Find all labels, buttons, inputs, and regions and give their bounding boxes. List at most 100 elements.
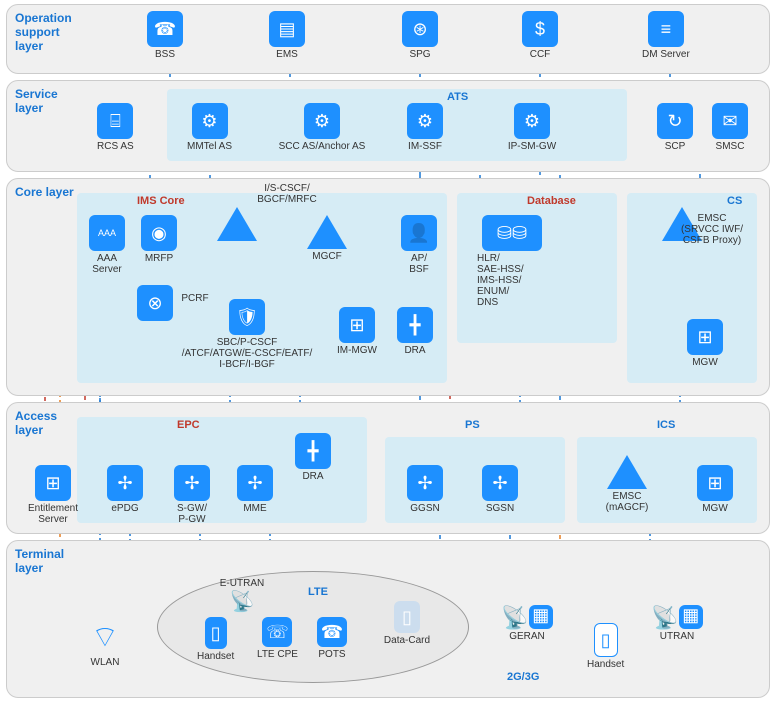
core-layer: Core layer IMS Core Database CS AAAAAA S… xyxy=(6,178,770,396)
media-icon: ◉ xyxy=(141,215,177,251)
node-smsc: ✉SMSC xyxy=(712,103,748,152)
node-rcsas: ⌸RCS AS xyxy=(97,103,134,152)
access-layer: Access layer EPC PS ICS ╋DRA ⊞Entitlemen… xyxy=(6,402,770,534)
arrows-icon: ✢ xyxy=(407,465,443,501)
antenna-icon: 📡 xyxy=(501,605,528,630)
phone-icon: ▯ xyxy=(205,617,227,649)
gear-icon: ⚙ xyxy=(192,103,228,139)
g23-title: 2G/3G xyxy=(507,671,539,683)
layer-title-core: Core layer xyxy=(15,185,85,199)
node-datacard: ▯Data-Card xyxy=(377,601,437,646)
node-ltecpe: ☏LTE CPE xyxy=(257,617,298,660)
phone-cycle-icon: ↻ xyxy=(657,103,693,139)
node-cscf: I/S-CSCF/ BGCF/MRFC xyxy=(197,207,277,265)
triangle-icon xyxy=(607,455,647,489)
node-hlr: ⛁⛁HLR/ SAE-HSS/ IMS-HSS/ ENUM/ DNS xyxy=(477,215,547,308)
node-epdg: ✢ePDG xyxy=(107,465,143,514)
lte-title: LTE xyxy=(308,586,328,598)
node-sgsn: ✢SGSN xyxy=(482,465,518,514)
layer-title-acc: Access layer xyxy=(15,409,85,437)
node-apbsf: 👤AP/ BSF xyxy=(399,215,439,275)
triangle-icon xyxy=(217,207,257,241)
node-sgw: ✢S-GW/ P-GW xyxy=(167,465,217,525)
node-mgw1: ⊞MGW xyxy=(687,319,723,368)
coin-icon: $ xyxy=(522,11,558,47)
node-eutran: E-UTRAN 📡 xyxy=(207,577,277,614)
database-icon: ⛁⛁ xyxy=(482,215,542,251)
gear-icon: ⚙ xyxy=(407,103,443,139)
network-icon: ⊛ xyxy=(402,11,438,47)
layer-title-term: Terminal layer xyxy=(15,547,85,575)
node-mgcf: MGCF xyxy=(307,215,347,262)
node-ccf: $CCF xyxy=(522,11,558,60)
gear-icon: ⚙ xyxy=(514,103,550,139)
arrows-icon: ✢ xyxy=(482,465,518,501)
node-sbc: 🛡SBC/P-CSCF /ATCF/ATGW/E-CSCF/EATF/ I-BC… xyxy=(167,299,327,370)
node-wlan: ⌔WLAN xyxy=(87,619,123,668)
node-sccas: ⚙SCC AS/Anchor AS xyxy=(267,103,377,152)
phone-icon: ▯ xyxy=(594,623,618,657)
shield-icon: 🛡 xyxy=(229,299,265,335)
ps-title: PS xyxy=(465,419,480,431)
rack-icon: ≡ xyxy=(648,11,684,47)
servers-icon: ▤ xyxy=(269,11,305,47)
node-emsc: EMSC (SRVCC IWF/ CSFB Proxy) xyxy=(632,207,732,276)
node-aaa: AAAAAA Server xyxy=(85,215,129,275)
antenna-icon: 📡 xyxy=(651,605,678,630)
node-mme: ✢MME xyxy=(237,465,273,514)
node-ems: ▤EMS xyxy=(269,11,305,60)
cpe-icon: ☏ xyxy=(262,617,292,647)
ics-title: ICS xyxy=(657,419,675,431)
wifi-icon: ⌔ xyxy=(87,619,123,655)
switch-icon: ⊞ xyxy=(697,465,733,501)
node-imssf: ⚙IM-SSF xyxy=(407,103,443,152)
switch-icon: ⊞ xyxy=(35,465,71,501)
node-ggsn: ✢GGSN xyxy=(407,465,443,514)
node-dra1: ╋DRA xyxy=(397,307,433,356)
layer-title-op: Operation support layer xyxy=(15,11,85,53)
box-icon: ▦ xyxy=(529,605,553,629)
service-layer: Service layer ATS ⌸RCS AS ⚙MMTel AS ⚙SCC… xyxy=(6,80,770,172)
node-handset2: ▯Handset xyxy=(587,623,624,670)
person-icon: 👤 xyxy=(401,215,437,251)
arrows-icon: ✢ xyxy=(174,465,210,501)
triangle-icon xyxy=(307,215,347,249)
gear-icon: ⚙ xyxy=(304,103,340,139)
node-spg: ⊛SPG xyxy=(402,11,438,60)
ims-title: IMS Core xyxy=(137,195,185,207)
sim-icon: ▯ xyxy=(394,601,420,633)
message-icon: ✉ xyxy=(712,103,748,139)
box-icon: ▦ xyxy=(679,605,703,629)
node-utran: 📡▦UTRAN xyxy=(647,605,707,642)
node-ipsmgw: ⚙IP-SM-GW xyxy=(497,103,567,152)
switch-icon: ⊞ xyxy=(339,307,375,343)
terminal-layer: Terminal layer LTE 2G/3G ⌔WLAN E-UTRAN 📡… xyxy=(6,540,770,698)
db-user-icon: ⌸ xyxy=(97,103,133,139)
arrows-icon: ✢ xyxy=(237,465,273,501)
node-scp: ↻SCP xyxy=(657,103,693,152)
node-dra2: ╋DRA xyxy=(295,433,331,482)
arrows-icon: ✢ xyxy=(107,465,143,501)
ats-title: ATS xyxy=(447,91,468,103)
node-bss: ☎BSS xyxy=(147,11,183,60)
epc-title: EPC xyxy=(177,419,200,431)
node-immgw: ⊞IM-MGW xyxy=(337,307,377,356)
node-dmserver: ≡DM Server xyxy=(642,11,690,60)
node-mmtelas: ⚙MMTel AS xyxy=(187,103,232,152)
node-geran: 📡▦GERAN xyxy=(497,605,557,642)
phone-icon: AAA xyxy=(89,215,125,251)
layer-title-svc: Service layer xyxy=(15,87,85,115)
switch-icon: ⊞ xyxy=(687,319,723,355)
db-title: Database xyxy=(527,195,576,207)
cs-title: CS xyxy=(727,195,742,207)
headset-icon: ☎ xyxy=(147,11,183,47)
operation-support-layer: Operation support layer ☎BSS ▤EMS ⊛SPG $… xyxy=(6,4,770,74)
node-mrfp: ◉MRFP xyxy=(141,215,177,264)
router-icon: ╋ xyxy=(397,307,433,343)
node-pots: ☎POTS xyxy=(317,617,347,660)
node-ent: ⊞Entitlement Server xyxy=(21,465,85,525)
node-emsc2: EMSC (mAGCF) xyxy=(597,455,657,513)
pots-icon: ☎ xyxy=(317,617,347,647)
antenna-icon: 📡 xyxy=(230,591,255,613)
node-handset1: ▯Handset xyxy=(197,617,234,662)
